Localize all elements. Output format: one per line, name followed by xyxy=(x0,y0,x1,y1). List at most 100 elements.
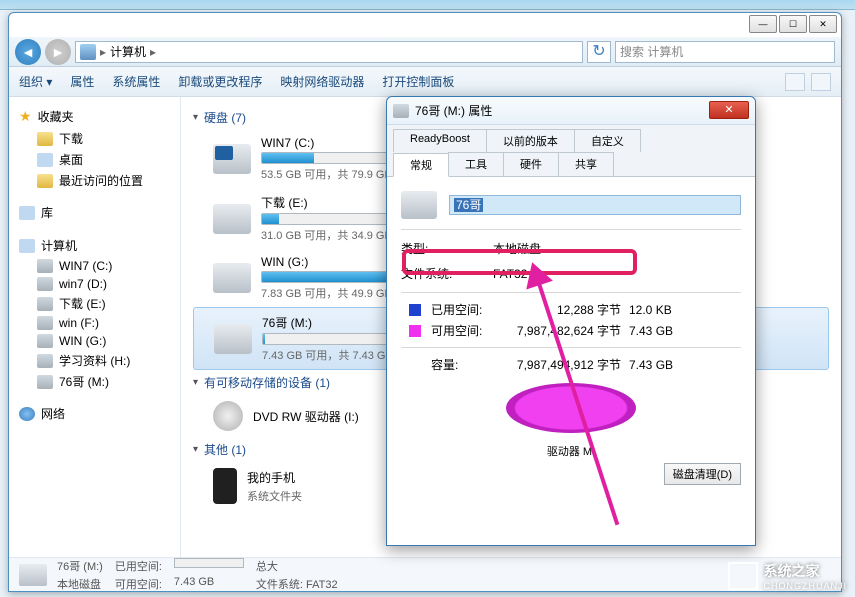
drive-icon xyxy=(213,263,251,293)
capacity-label: 容量: xyxy=(431,356,503,373)
desktop-icon xyxy=(37,153,53,167)
tab-general[interactable]: 常规 xyxy=(393,153,449,177)
view-button[interactable] xyxy=(785,73,805,91)
navigation-bar: ◄ ► ▸ 计算机 ▸ ↻ 搜索 计算机 xyxy=(9,37,841,67)
maximize-button[interactable]: ☐ xyxy=(779,15,807,33)
toolbar-system-properties[interactable]: 系统属性 xyxy=(112,73,160,90)
sidebar-libraries[interactable]: 库 xyxy=(9,201,180,224)
toolbar-organize[interactable]: 组织 ▾ xyxy=(19,73,52,90)
tab-tools[interactable]: 工具 xyxy=(448,152,504,176)
network-icon xyxy=(19,407,35,421)
computer-icon xyxy=(80,44,96,60)
sidebar-favorites[interactable]: ★收藏夹 xyxy=(9,105,180,128)
search-input[interactable]: 搜索 计算机 xyxy=(615,41,835,63)
space-pie-chart xyxy=(506,383,636,433)
breadcrumb[interactable]: ▸ 计算机 ▸ xyxy=(75,41,583,63)
forward-button[interactable]: ► xyxy=(45,39,71,65)
help-button[interactable] xyxy=(811,73,831,91)
minimize-button[interactable]: — xyxy=(749,15,777,33)
used-color-icon xyxy=(409,304,421,316)
free-human: 7.43 GB xyxy=(629,324,689,338)
sidebar-item-downloads[interactable]: 下载 xyxy=(9,128,180,149)
status-free-label: 可用空间: xyxy=(115,576,162,592)
used-bytes: 12,288 字节 xyxy=(511,301,621,318)
dvd-icon xyxy=(213,401,243,431)
drive-icon xyxy=(401,191,437,219)
used-human: 12.0 KB xyxy=(629,303,689,317)
sidebar-item-drive[interactable]: win (F:) xyxy=(9,314,180,332)
computer-icon xyxy=(19,239,35,253)
folder-icon xyxy=(37,174,53,188)
drive-icon xyxy=(213,204,251,234)
folder-icon xyxy=(37,132,53,146)
status-type: 本地磁盘 xyxy=(57,576,103,592)
tab-readyboost[interactable]: ReadyBoost xyxy=(393,129,487,152)
close-button[interactable]: ✕ xyxy=(809,15,837,33)
free-bytes: 7,987,482,624 字节 xyxy=(511,322,621,339)
drive-icon xyxy=(37,297,53,311)
drive-icon xyxy=(19,564,47,586)
watermark: 系统之家 CHONGZHUANJI xyxy=(728,561,848,591)
toolbar-properties[interactable]: 属性 xyxy=(70,73,94,90)
type-label: 类型: xyxy=(401,240,481,257)
drive-icon xyxy=(393,104,409,118)
drive-icon xyxy=(37,354,53,368)
refresh-button[interactable]: ↻ xyxy=(587,41,611,63)
tab-previous-versions[interactable]: 以前的版本 xyxy=(486,129,575,152)
drive-icon xyxy=(37,277,53,291)
search-placeholder: 搜索 计算机 xyxy=(620,43,683,60)
toolbar-map-drive[interactable]: 映射网络驱动器 xyxy=(280,73,364,90)
dialog-close-button[interactable]: ✕ xyxy=(709,101,749,119)
status-used-label: 已用空间: xyxy=(115,558,162,574)
capacity-human: 7.43 GB xyxy=(629,358,689,372)
sidebar-network[interactable]: 网络 xyxy=(9,402,180,425)
sidebar: ★收藏夹 下载 桌面 最近访问的位置 库 计算机 WIN7 (C:) win7 … xyxy=(9,97,181,557)
status-name: 76哥 (M:) xyxy=(57,558,103,574)
pie-label: 驱动器 M: xyxy=(401,443,741,459)
sidebar-item-drive[interactable]: 学习资料 (H:) xyxy=(9,350,180,371)
filesystem-value: FAT32 xyxy=(493,267,527,281)
properties-dialog: 76哥 (M:) 属性 ✕ ReadyBoost 以前的版本 自定义 常规 工具… xyxy=(386,96,756,546)
filesystem-label: 文件系统: xyxy=(401,265,481,282)
drive-icon xyxy=(37,375,53,389)
toolbar-control-panel[interactable]: 打开控制面板 xyxy=(382,73,454,90)
watermark-logo-icon xyxy=(728,562,758,590)
star-icon: ★ xyxy=(19,108,32,125)
disk-cleanup-button[interactable]: 磁盘清理(D) xyxy=(664,463,741,485)
breadcrumb-root[interactable]: 计算机 xyxy=(110,43,146,60)
sidebar-item-drive[interactable]: WIN (G:) xyxy=(9,332,180,350)
drive-icon xyxy=(214,324,252,354)
dialog-titlebar[interactable]: 76哥 (M:) 属性 xyxy=(387,97,755,125)
sidebar-item-drive[interactable]: win7 (D:) xyxy=(9,275,180,293)
toolbar: 组织 ▾ 属性 系统属性 卸载或更改程序 映射网络驱动器 打开控制面板 xyxy=(9,67,841,97)
toolbar-uninstall[interactable]: 卸载或更改程序 xyxy=(178,73,262,90)
tab-strip: ReadyBoost 以前的版本 自定义 常规 工具 硬件 共享 xyxy=(387,125,755,177)
phone-icon xyxy=(213,468,237,504)
properties-body: 76哥 类型: 本地磁盘 文件系统: FAT32 已用空间: 12,288 字节… xyxy=(387,177,755,473)
status-total-label: 总大 xyxy=(256,558,338,574)
free-label: 可用空间: xyxy=(431,322,503,339)
sidebar-computer[interactable]: 计算机 xyxy=(9,234,180,257)
volume-label-input[interactable]: 76哥 xyxy=(449,195,741,215)
type-value: 本地磁盘 xyxy=(493,240,541,257)
sidebar-item-drive[interactable]: 下载 (E:) xyxy=(9,293,180,314)
drive-icon xyxy=(37,259,53,273)
sidebar-item-recent[interactable]: 最近访问的位置 xyxy=(9,170,180,191)
tab-customize[interactable]: 自定义 xyxy=(574,129,641,152)
status-free-val: 7.43 GB xyxy=(174,576,244,592)
dialog-title: 76哥 (M:) 属性 xyxy=(415,102,492,119)
drive-icon xyxy=(213,144,251,174)
drive-icon xyxy=(37,334,53,348)
library-icon xyxy=(19,206,35,220)
sidebar-item-drive[interactable]: 76哥 (M:) xyxy=(9,371,180,392)
capacity-bytes: 7,987,494,912 字节 xyxy=(511,356,621,373)
tab-sharing[interactable]: 共享 xyxy=(558,152,614,176)
tab-hardware[interactable]: 硬件 xyxy=(503,152,559,176)
used-label: 已用空间: xyxy=(431,301,503,318)
sidebar-item-desktop[interactable]: 桌面 xyxy=(9,149,180,170)
sidebar-item-drive[interactable]: WIN7 (C:) xyxy=(9,257,180,275)
drive-icon xyxy=(37,316,53,330)
free-color-icon xyxy=(409,325,421,337)
status-bar: 76哥 (M:) 已用空间: 总大 本地磁盘 可用空间: 7.43 GB 文件系… xyxy=(9,557,841,591)
back-button[interactable]: ◄ xyxy=(15,39,41,65)
